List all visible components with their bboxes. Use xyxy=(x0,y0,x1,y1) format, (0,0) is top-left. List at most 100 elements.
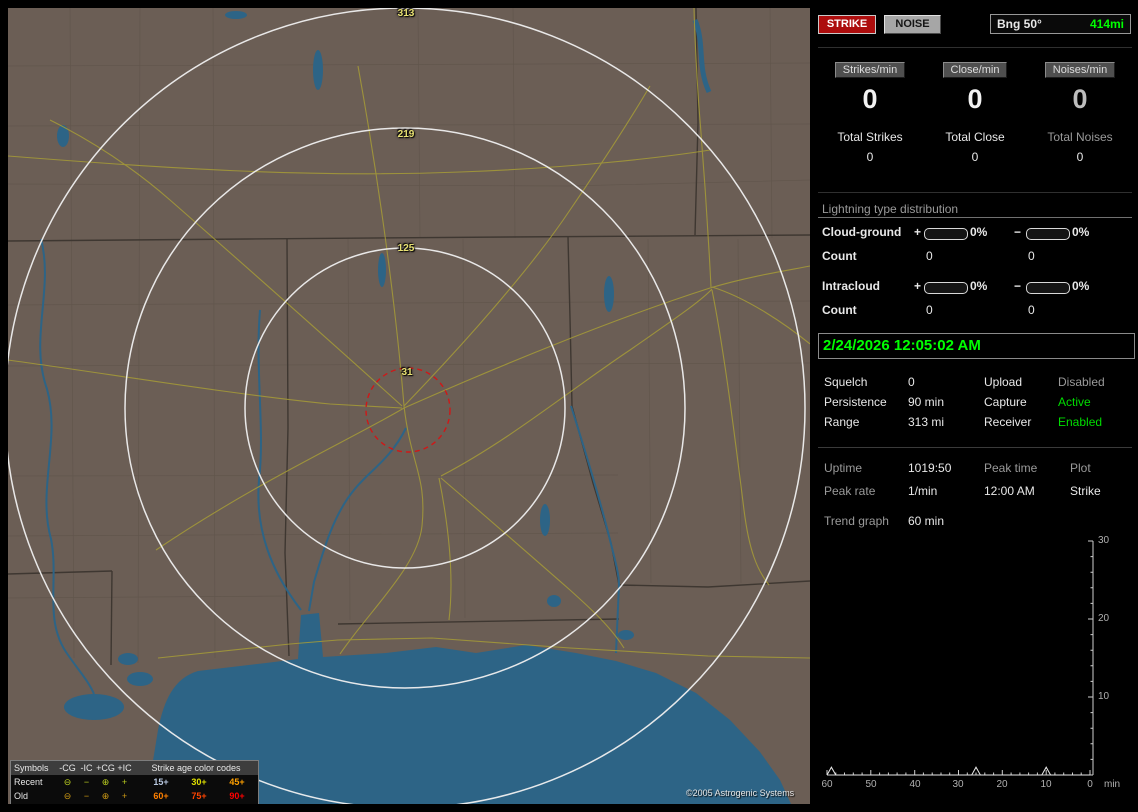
x-axis-unit: min xyxy=(1104,779,1121,790)
noise-mode-button[interactable]: NOISE xyxy=(884,15,941,34)
peak-rate-value: 1/min xyxy=(908,484,938,498)
map-graphics xyxy=(8,8,810,804)
legend-col-pos-ic: +IC xyxy=(117,762,132,773)
capture-status: Active xyxy=(1058,395,1091,409)
range-ring-label: 125 xyxy=(397,243,415,254)
age-code-75: 75+ xyxy=(191,790,207,801)
intracloud-plus-pct: 0% xyxy=(970,279,988,293)
xtick-50: 50 xyxy=(865,779,877,790)
ytick-20: 20 xyxy=(1098,613,1110,624)
xtick-60: 60 xyxy=(821,779,833,790)
neg-ic-recent-icon: − xyxy=(83,776,90,787)
xtick-40: 40 xyxy=(909,779,921,790)
trend-graph xyxy=(826,540,1094,776)
age-code-90: 90+ xyxy=(229,790,245,801)
plot-value: Strike xyxy=(1070,484,1101,498)
separator xyxy=(818,192,1132,193)
xtick-20: 20 xyxy=(996,779,1008,790)
intracloud-minus-bar xyxy=(1026,282,1070,294)
cloud-ground-minus-count: 0 xyxy=(1028,249,1035,263)
age-code-15: 15+ xyxy=(153,776,169,787)
neg-ic-old-icon: − xyxy=(83,790,90,801)
bearing-value: 414mi xyxy=(1089,17,1124,31)
age-code-60: 60+ xyxy=(153,790,169,801)
persistence-value: 90 min xyxy=(908,395,945,409)
intracloud-minus-pct: 0% xyxy=(1072,279,1090,293)
intracloud-count-label: Count xyxy=(822,303,857,317)
legend-col-pos-cg: +CG xyxy=(96,762,115,773)
peak-time-value: 12:00 AM xyxy=(984,484,1035,498)
cloud-ground-plus-count: 0 xyxy=(926,249,933,263)
range-label: Range xyxy=(824,415,860,429)
minus-sign: − xyxy=(1014,225,1022,239)
strike-mode-button[interactable]: STRIKE xyxy=(818,15,876,34)
range-ring-label: 31 xyxy=(401,367,413,378)
intracloud-plus-bar xyxy=(924,282,968,294)
cloud-ground-minus-bar xyxy=(1026,228,1070,240)
peak-time-label: Peak time xyxy=(984,461,1038,475)
bearing-readout: Bng 50° 414mi xyxy=(990,14,1131,34)
capture-label: Capture xyxy=(984,395,1027,409)
cloud-ground-count-label: Count xyxy=(822,249,857,263)
close-per-min-badge[interactable]: Close/min xyxy=(923,62,1027,78)
neg-cg-recent-icon: ⊖ xyxy=(63,776,72,787)
total-strikes-value: 0 xyxy=(866,150,874,164)
trend-ticks xyxy=(826,540,1093,775)
legend-age-header: Strike age color codes xyxy=(151,762,241,773)
intracloud-label: Intracloud xyxy=(822,279,881,293)
cloud-ground-plus-pct: 0% xyxy=(970,225,988,239)
legend-recent-label: Recent xyxy=(14,776,43,787)
legend-header: Symbols -CG -IC +CG +IC Strike age color… xyxy=(11,761,258,775)
upload-label: Upload xyxy=(984,375,1023,389)
receiver-status: Enabled xyxy=(1058,415,1103,429)
pos-cg-old-icon: ⊕ xyxy=(101,790,110,801)
plus-sign: + xyxy=(914,279,922,293)
plus-sign: + xyxy=(914,225,922,239)
xtick-30: 30 xyxy=(952,779,964,790)
noises-per-min-label: Noises/min xyxy=(1044,62,1116,78)
noises-per-min-badge[interactable]: Noises/min xyxy=(1028,62,1132,78)
pos-cg-recent-icon: ⊕ xyxy=(101,776,110,787)
bearing-label: Bng 50° xyxy=(997,17,1042,31)
map-display[interactable]: 313 219 125 31 Symbols -CG -IC +CG +IC S… xyxy=(8,8,810,804)
legend-symbols-header: Symbols xyxy=(14,762,49,773)
xtick-10: 10 xyxy=(1040,779,1052,790)
uptime-value: 1019:50 xyxy=(908,461,952,475)
close-per-min-label: Close/min xyxy=(942,62,1008,78)
uptime-label: Uptime xyxy=(824,461,863,475)
peak-rate-label: Peak rate xyxy=(824,484,876,498)
noises-per-min-value: 0 xyxy=(1072,84,1088,114)
legend-row-old: Old ⊖ − ⊕ + 60+ 75+ 90+ xyxy=(11,789,258,803)
xtick-0: 0 xyxy=(1087,779,1093,790)
range-ring-label: 219 xyxy=(397,129,415,140)
upload-status: Disabled xyxy=(1058,375,1105,389)
legend-row-recent: Recent ⊖ − ⊕ + 15+ 30+ 45+ xyxy=(11,775,258,789)
copyright-text: ©2005 Astrogenic Systems xyxy=(686,788,795,798)
trend-graph-label: Trend graph xyxy=(824,514,889,528)
legend-col-neg-ic: -IC xyxy=(80,762,93,773)
separator xyxy=(818,447,1132,448)
distribution-title: Lightning type distribution xyxy=(822,202,959,216)
squelch-value: 0 xyxy=(908,375,915,389)
neg-cg-old-icon: ⊖ xyxy=(63,790,72,801)
total-noises-value: 0 xyxy=(1076,150,1084,164)
total-close-value: 0 xyxy=(971,150,979,164)
map-legend: Symbols -CG -IC +CG +IC Strike age color… xyxy=(10,760,259,804)
strikes-per-min-badge[interactable]: Strikes/min xyxy=(818,62,922,78)
persistence-label: Persistence xyxy=(824,395,887,409)
plot-label: Plot xyxy=(1070,461,1091,475)
strikes-per-min-label: Strikes/min xyxy=(834,62,906,78)
intracloud-plus-count: 0 xyxy=(926,303,933,317)
legend-col-neg-cg: -CG xyxy=(59,762,76,773)
ytick-10: 10 xyxy=(1098,691,1110,702)
ytick-30: 30 xyxy=(1098,535,1110,546)
datetime-display: 2/24/2026 12:05:02 AM xyxy=(818,333,1135,359)
squelch-label: Squelch xyxy=(824,375,868,389)
status-panel: STRIKE NOISE Bng 50° 414mi Strikes/min C… xyxy=(818,0,1135,812)
total-close-label: Total Close xyxy=(945,130,1005,144)
total-noises-label: Total Noises xyxy=(1047,130,1113,144)
separator xyxy=(818,47,1132,48)
trend-axes xyxy=(827,541,1094,776)
trend-graph-window: 60 min xyxy=(908,514,945,528)
cloud-ground-label: Cloud-ground xyxy=(822,225,902,239)
